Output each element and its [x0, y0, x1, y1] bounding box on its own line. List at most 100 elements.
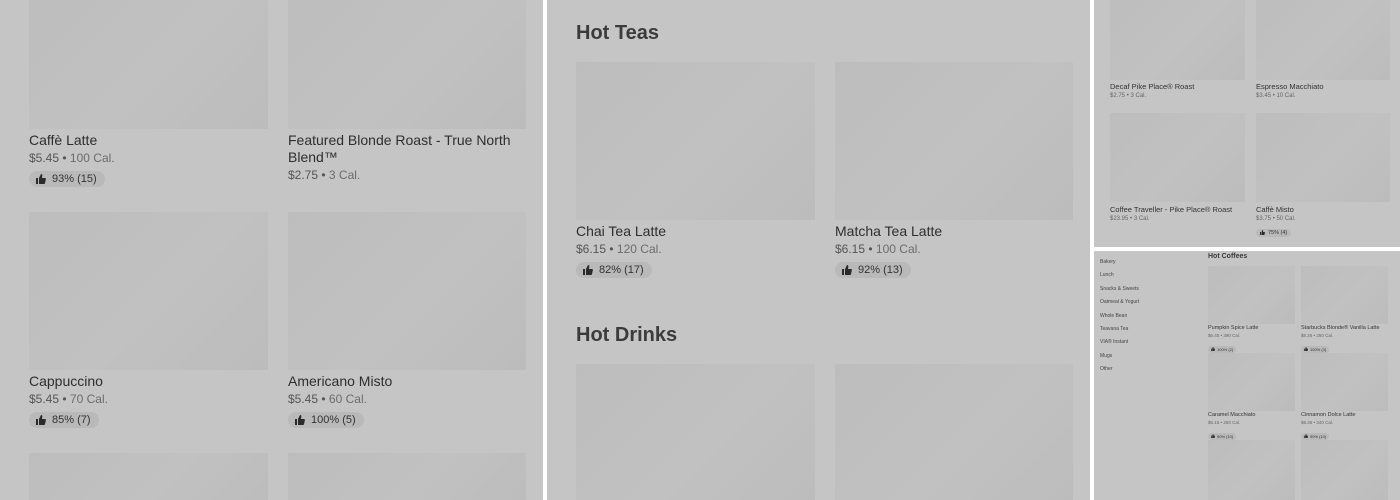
- rating-value: 100% (3): [1310, 346, 1327, 352]
- separator: •: [62, 392, 67, 406]
- separator: •: [1313, 420, 1316, 425]
- menu-item-card[interactable]: Caffè Misto $3.75 • 50 Cal. 75% (4): [1256, 205, 1390, 240]
- separator: •: [1272, 216, 1275, 222]
- item-price: $23.95: [1110, 216, 1129, 222]
- item-image[interactable]: [288, 0, 526, 129]
- menu-item-card[interactable]: Espresso Macchiato $3.45 • 10 Cal.: [1256, 82, 1390, 99]
- item-image[interactable]: [1301, 266, 1388, 324]
- sidebar-item-lunch[interactable]: Lunch: [1100, 269, 1190, 282]
- thumbs-up-icon: [1211, 347, 1215, 351]
- separator: •: [62, 151, 67, 165]
- sidebar-item-snacks-sweets[interactable]: Snacks & Sweets: [1100, 283, 1190, 296]
- rating-badge: 90% (10): [1301, 432, 1330, 440]
- item-price: $6.45: [1208, 333, 1220, 338]
- sidebar-item-bakery[interactable]: Bakery: [1100, 256, 1190, 269]
- menu-item-card[interactable]: Caramel Macchiato $6.15 • 250 Cal. 90% (…: [1208, 412, 1295, 443]
- item-image[interactable]: [1110, 113, 1245, 202]
- item-name: Featured Blonde Roast - True North Blend…: [288, 132, 511, 165]
- item-price: $6.45: [1301, 420, 1313, 425]
- sidebar-item-other[interactable]: Other: [1100, 363, 1190, 376]
- item-image[interactable]: [29, 0, 268, 129]
- item-price: $5.45: [29, 392, 60, 406]
- menu-item-card[interactable]: Chai Tea Latte $6.15 • 120 Cal. 82% (17): [576, 223, 815, 280]
- item-name: Caramel Macchiato: [1208, 412, 1256, 418]
- item-price: $2.75: [1110, 93, 1126, 99]
- rating-value: 75% (4): [1268, 229, 1288, 236]
- item-image[interactable]: [1110, 0, 1245, 80]
- item-name: Espresso Macchiato: [1256, 82, 1324, 91]
- item-calories: 250 Cal.: [1316, 333, 1334, 338]
- item-name: Matcha Tea Latte: [835, 223, 943, 239]
- item-image[interactable]: [835, 364, 1073, 500]
- item-calories: 100 Cal.: [875, 242, 921, 256]
- item-meta: $3.75 • 50 Cal.: [1256, 216, 1390, 222]
- item-calories: 3 Cal.: [1130, 93, 1147, 99]
- item-image[interactable]: [1208, 440, 1295, 500]
- sidebar-item-whole-bean[interactable]: Whole Bean: [1100, 310, 1190, 323]
- menu-item-card[interactable]: Coffee Traveller - Pike Place® Roast $23…: [1110, 205, 1245, 222]
- item-image[interactable]: [576, 364, 815, 500]
- menu-item-card[interactable]: Pumpkin Spice Latte $6.45 • 390 Cal. 100…: [1208, 325, 1295, 356]
- rating-badge: 82% (17): [576, 262, 652, 278]
- item-price: $6.15: [576, 242, 607, 256]
- item-image[interactable]: [288, 212, 526, 370]
- sidebar-item-oatmeal-yogurt[interactable]: Oatmeal & Yogurt: [1100, 296, 1190, 309]
- separator: •: [1220, 333, 1223, 338]
- sidebar-item-teavana-tea[interactable]: Teavana Tea: [1100, 323, 1190, 336]
- menu-item-card[interactable]: Featured Blonde Roast - True North Blend…: [288, 132, 526, 182]
- menu-panel-coffees: Caffè Latte $5.45 • 100 Cal. 93% (15) Fe…: [0, 0, 543, 500]
- rating-value: 85% (7): [52, 414, 91, 426]
- sidebar-item-via-instant[interactable]: VIA® Instant: [1100, 336, 1190, 349]
- thumbs-up-icon: [36, 174, 46, 184]
- menu-item-card[interactable]: Cappuccino $5.45 • 70 Cal. 85% (7): [29, 373, 268, 430]
- menu-item-card[interactable]: Decaf Pike Place® Roast $2.75 • 3 Cal.: [1110, 82, 1245, 99]
- menu-panel-small-coffees: Decaf Pike Place® Roast $2.75 • 3 Cal. E…: [1094, 0, 1400, 247]
- thumbs-up-icon: [36, 415, 46, 425]
- item-image[interactable]: [1208, 353, 1295, 411]
- menu-item-card[interactable]: Matcha Tea Latte $6.15 • 100 Cal. 92% (1…: [835, 223, 1073, 280]
- item-meta: $6.45 • 390 Cal.: [1208, 333, 1295, 338]
- menu-item-card[interactable]: Cinnamon Dolce Latte $6.45 • 340 Cal. 90…: [1301, 412, 1388, 443]
- rating-value: 93% (15): [52, 173, 97, 185]
- rating-value: 100% (5): [311, 414, 356, 426]
- thumbs-up-icon: [1211, 434, 1215, 438]
- thumbs-up-icon: [1304, 434, 1308, 438]
- item-name: Decaf Pike Place® Roast: [1110, 82, 1195, 91]
- rating-badge: 92% (13): [835, 262, 911, 278]
- menu-item-card[interactable]: Americano Misto $5.45 • 60 Cal. 100% (5): [288, 373, 526, 430]
- item-meta: $5.45 • 100 Cal.: [29, 151, 268, 165]
- item-image[interactable]: [29, 212, 268, 370]
- menu-item-card[interactable]: Caffè Latte $5.45 • 100 Cal. 93% (15): [29, 132, 268, 189]
- item-image[interactable]: [1256, 0, 1390, 80]
- separator: •: [1272, 93, 1275, 99]
- separator: •: [1130, 216, 1133, 222]
- item-meta: $6.25 • 250 Cal.: [1301, 333, 1388, 338]
- item-price: $6.25: [1301, 333, 1313, 338]
- item-price: $2.75: [288, 168, 319, 182]
- menu-item-card[interactable]: Starbucks Blonde® Vanilla Latte $6.25 • …: [1301, 325, 1388, 356]
- item-image[interactable]: [576, 62, 815, 220]
- item-image[interactable]: [288, 453, 526, 500]
- sidebar-item-mugs[interactable]: Mugs: [1100, 350, 1190, 363]
- item-meta: $5.45 • 60 Cal.: [288, 392, 526, 406]
- item-name: Chai Tea Latte: [576, 223, 667, 239]
- rating-badge: 100% (5): [288, 412, 364, 428]
- item-meta: $6.15 • 100 Cal.: [835, 242, 1073, 256]
- item-calories: 60 Cal.: [328, 392, 367, 406]
- item-meta: $2.75 • 3 Cal.: [1110, 93, 1245, 99]
- rating-value: 92% (13): [858, 264, 903, 276]
- separator: •: [609, 242, 614, 256]
- rating-badge: 75% (4): [1256, 228, 1292, 237]
- item-meta: $6.15 • 120 Cal.: [576, 242, 815, 256]
- separator: •: [321, 392, 326, 406]
- item-meta: $2.75 • 3 Cal.: [288, 168, 526, 182]
- item-image[interactable]: [1301, 440, 1388, 500]
- item-price: $5.45: [29, 151, 60, 165]
- item-image[interactable]: [1256, 113, 1390, 202]
- item-image[interactable]: [835, 62, 1073, 220]
- item-calories: 10 Cal.: [1276, 93, 1296, 99]
- item-image[interactable]: [29, 453, 268, 500]
- item-calories: 390 Cal.: [1223, 333, 1241, 338]
- item-image[interactable]: [1208, 266, 1295, 324]
- item-image[interactable]: [1301, 353, 1388, 411]
